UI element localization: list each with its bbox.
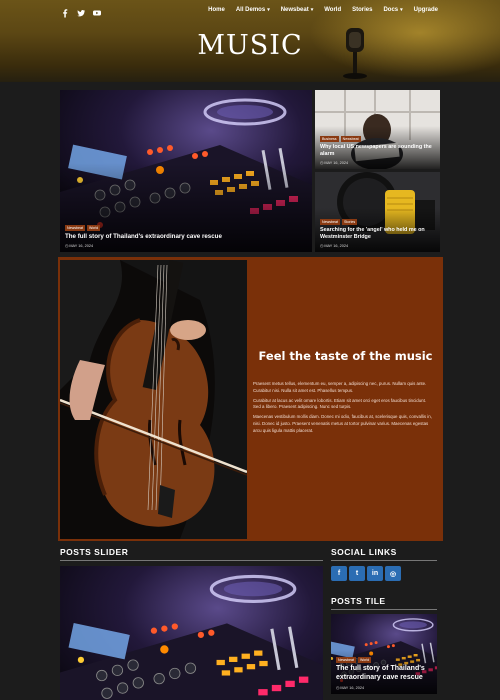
posts-tile-card[interactable]: Newsbeat World The full story of Thailan… bbox=[331, 614, 437, 694]
nav-item-world[interactable]: World bbox=[324, 7, 341, 13]
section-divider bbox=[331, 609, 437, 610]
nav-label: Home bbox=[208, 7, 225, 13]
post-tags: Newsbeat World bbox=[65, 224, 307, 231]
tag-newsbeat[interactable]: Newsbeat bbox=[65, 224, 85, 231]
nav-label: Stories bbox=[352, 7, 373, 13]
nav-label: All Demos bbox=[235, 7, 266, 13]
post-tags: Newsbeat World bbox=[336, 657, 432, 664]
promo-paragraph: Maecenas vestibulum mollis diam. Donec m… bbox=[253, 414, 432, 433]
post-date: ◷ MAY 16, 2024 bbox=[320, 161, 349, 165]
chevron-down-icon: ▾ bbox=[310, 7, 314, 13]
nav-label: World bbox=[324, 7, 342, 13]
twitter-icon[interactable]: t bbox=[349, 566, 365, 581]
promo-paragraph: Praesent metus tellus, elementum eu, sem… bbox=[253, 381, 427, 393]
main-nav: Home All Demos ▾ Newsbeat ▾ World Stories … bbox=[208, 7, 438, 13]
post-tags: Business Newsbeat bbox=[320, 136, 435, 143]
promo-paragraph: Curabitur at lacus ac velit ornare lobor… bbox=[253, 397, 427, 410]
post-date-text: MAY 16, 2024 bbox=[69, 244, 94, 248]
nav-item-stories[interactable]: Stories bbox=[352, 7, 372, 13]
tag-world[interactable]: World bbox=[86, 224, 101, 231]
site-header: Home All Demos ▾ Newsbeat ▾ World Stories … bbox=[0, 0, 500, 82]
promo-title: Feel the taste of the music bbox=[258, 349, 433, 363]
post-date: ◷ MAY 16, 2024 bbox=[336, 686, 365, 690]
tag-newsbeat[interactable]: Newsbeat bbox=[320, 219, 340, 226]
nav-item-docs[interactable]: Docs ▾ bbox=[383, 7, 402, 13]
posts-slider[interactable] bbox=[60, 566, 323, 700]
nav-label: Newsbeat bbox=[280, 7, 309, 13]
header-social-icons bbox=[60, 5, 102, 18]
tag-stories[interactable]: Stories bbox=[341, 219, 358, 226]
post-title[interactable]: The full story of Thailand's extraordina… bbox=[65, 233, 307, 240]
cello-illustration bbox=[60, 260, 247, 539]
dj-mixer-image bbox=[60, 566, 323, 700]
nav-item-newsbeat[interactable]: Newsbeat ▾ bbox=[281, 7, 314, 13]
post-date: ◷ MAY 16, 2024 bbox=[65, 244, 94, 248]
instagram-icon[interactable]: ◎ bbox=[385, 566, 401, 581]
post-date-text: MAY 16, 2024 bbox=[324, 161, 349, 165]
nav-label: Upgrade bbox=[413, 7, 438, 13]
featured-post-newspapers[interactable]: Business Newsbeat Why local US newspaper… bbox=[315, 90, 440, 169]
facebook-icon[interactable] bbox=[60, 5, 70, 18]
twitter-icon[interactable] bbox=[76, 5, 86, 17]
nav-item-all-demos[interactable]: All Demos ▾ bbox=[236, 7, 270, 13]
nav-label: Docs bbox=[383, 7, 399, 13]
post-title[interactable]: The full story of Thailand's extraordina… bbox=[336, 665, 432, 682]
post-caption: Business Newsbeat Why local US newspaper… bbox=[320, 136, 435, 165]
nav-item-home[interactable]: Home bbox=[208, 7, 225, 13]
featured-post-main[interactable]: Newsbeat World The full story of Thailan… bbox=[60, 90, 312, 252]
nav-item-upgrade[interactable]: Upgrade bbox=[414, 7, 438, 13]
youtube-icon[interactable] bbox=[92, 5, 102, 16]
posts-slider-heading: POSTS SLIDER bbox=[60, 547, 129, 557]
promo-body: Praesent metus tellus, elementum eu, sem… bbox=[253, 381, 435, 438]
featured-post-westminster[interactable]: Newsbeat Stories Searching for the 'ange… bbox=[315, 172, 440, 252]
tag-business[interactable]: Business bbox=[320, 136, 339, 143]
post-title[interactable]: Searching for the 'angel' who held me on… bbox=[320, 227, 435, 240]
section-divider bbox=[331, 560, 437, 561]
post-caption: Newsbeat World The full story of Thailan… bbox=[65, 224, 307, 248]
post-caption: Newsbeat World The full story of Thailan… bbox=[336, 657, 432, 690]
post-tags: Newsbeat Stories bbox=[320, 219, 435, 226]
post-date-text: MAY 16, 2024 bbox=[324, 244, 349, 248]
tag-newsbeat[interactable]: Newsbeat bbox=[336, 657, 356, 664]
chevron-down-icon: ▾ bbox=[267, 7, 270, 13]
social-links: f t in ◎ bbox=[331, 566, 401, 581]
tag-newsbeat[interactable]: Newsbeat bbox=[340, 136, 361, 143]
facebook-icon[interactable]: f bbox=[331, 566, 347, 581]
social-links-heading: SOCIAL LINKS bbox=[331, 547, 397, 557]
tag-world[interactable]: World bbox=[357, 657, 372, 664]
post-title[interactable]: Why local US newspapers are sounding the… bbox=[320, 144, 435, 157]
post-caption: Newsbeat Stories Searching for the 'ange… bbox=[320, 219, 435, 248]
site-logo-title[interactable]: MUSIC bbox=[0, 30, 500, 61]
section-divider bbox=[60, 560, 323, 561]
post-date: ◷ MAY 16, 2024 bbox=[320, 244, 349, 248]
post-date-text: MAY 16, 2024 bbox=[340, 686, 365, 690]
posts-tile-heading: POSTS TILE bbox=[331, 596, 386, 606]
chevron-down-icon: ▾ bbox=[400, 7, 403, 13]
linkedin-icon[interactable]: in bbox=[367, 566, 383, 581]
cello-player-image bbox=[60, 260, 247, 539]
